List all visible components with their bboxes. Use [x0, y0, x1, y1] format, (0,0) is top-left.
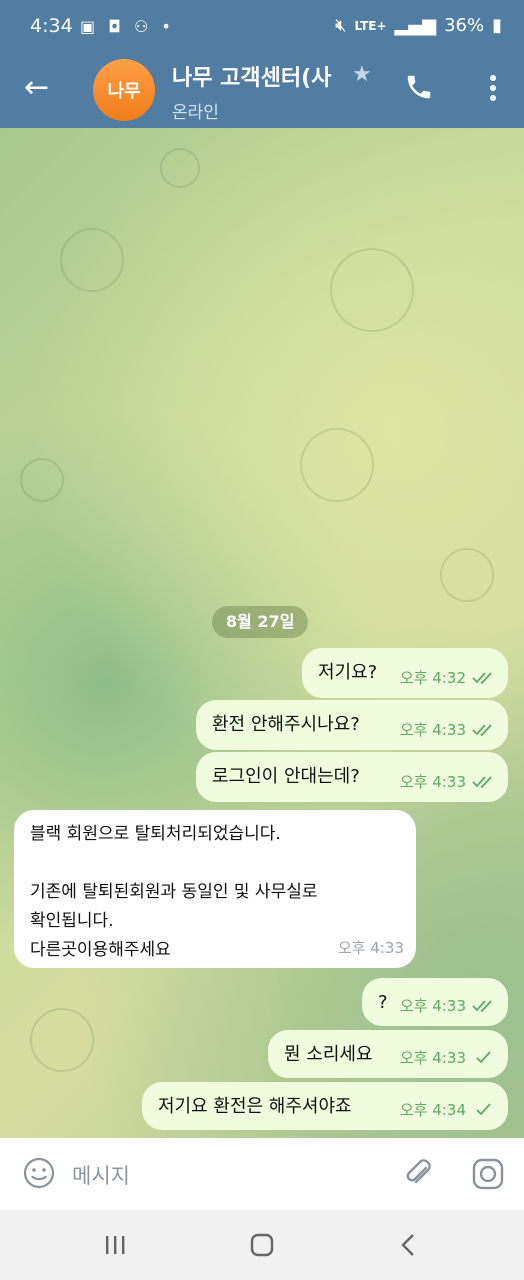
- message-time: 오후 4:32: [399, 669, 466, 687]
- chat-title: 나무 고객센터(사: [172, 66, 332, 91]
- message-time: 오후 4:33: [399, 773, 466, 791]
- message-time: 오후 4:33: [399, 721, 466, 739]
- wallpaper-doodle: [440, 548, 494, 602]
- message-input-bar: 메시지: [0, 1138, 524, 1210]
- avatar[interactable]: 나무: [93, 59, 155, 121]
- check-icon: [476, 1102, 491, 1115]
- chat-header: ← 나무 나무 고객센터(사 ★ 온라인: [0, 56, 524, 128]
- attach-icon[interactable]: [402, 1156, 436, 1190]
- chat-status: 온라인: [172, 103, 219, 123]
- wallpaper-doodle: [30, 1008, 94, 1072]
- emoji-icon[interactable]: [22, 1156, 56, 1190]
- chat-area[interactable]: 8월 27일 저기요? 오후 4:32 환전 안해주시나요? 오후 4:33 로…: [0, 128, 524, 1138]
- network-label: LTE+: [354, 18, 387, 33]
- message-text: ?: [378, 992, 388, 1013]
- signal-icon: ▂▄▆: [394, 15, 437, 36]
- message-time: 오후 4:33: [399, 997, 466, 1015]
- camera-icon[interactable]: [470, 1156, 506, 1192]
- back-arrow-icon[interactable]: ←: [24, 70, 49, 106]
- outgoing-message[interactable]: 저기요 환전은 해주셔야죠 오후 4:34: [142, 1082, 508, 1130]
- status-bar: 4:34 ▣ ◘ ⚇ • 🔇︎ LTE+ ▂▄▆ 36% ▮: [0, 0, 524, 56]
- message-meta: 오후 4:33: [400, 719, 496, 740]
- wallpaper-doodle: [20, 458, 64, 502]
- recent-apps-icon[interactable]: [103, 1234, 127, 1256]
- check-icon: [476, 1050, 491, 1063]
- message-meta: 오후 4:33: [400, 995, 496, 1016]
- double-check-icon: [472, 775, 492, 788]
- status-right: 🔇︎ LTE+ ▂▄▆ 36% ▮: [335, 15, 502, 36]
- message-text: 로그인이 안대는데?: [212, 766, 360, 787]
- mute-icon: 🔇︎: [335, 15, 347, 36]
- wallpaper-doodle: [330, 248, 414, 332]
- wallpaper-doodle: [60, 228, 124, 292]
- date-separator: 8월 27일: [212, 606, 309, 638]
- message-time: 오후 4:34: [399, 1101, 466, 1119]
- message-meta: 오후 4:33: [338, 937, 404, 958]
- star-icon: ★: [352, 62, 372, 87]
- wallpaper-doodle: [300, 428, 374, 502]
- double-check-icon: [472, 723, 492, 736]
- outgoing-message[interactable]: 뭔 소리세요 오후 4:33: [268, 1030, 508, 1078]
- message-meta: 오후 4:32: [400, 667, 496, 688]
- incoming-message[interactable]: 블랙 회원으로 탈퇴처리되었습니다. 기존에 탈퇴된회원과 동일인 및 사무실로…: [14, 810, 416, 968]
- message-text: 저기요?: [318, 662, 378, 683]
- message-text: 블랙 회원으로 탈퇴처리되었습니다. 기존에 탈퇴된회원과 동일인 및 사무실로…: [30, 824, 318, 960]
- message-time: 오후 4:33: [337, 939, 404, 957]
- outgoing-message[interactable]: 환전 안해주시나요? 오후 4:33: [196, 700, 508, 750]
- avatar-text: 나무: [107, 81, 141, 102]
- notification-icons: ▣ ◘ ⚇ •: [80, 17, 175, 36]
- outgoing-message[interactable]: 로그인이 안대는데? 오후 4:33: [196, 752, 508, 802]
- wallpaper-doodle: [160, 148, 200, 188]
- home-icon[interactable]: [250, 1233, 274, 1257]
- battery-percent: 36%: [444, 15, 485, 36]
- message-meta: 오후 4:33: [400, 1047, 496, 1068]
- status-time: 4:34: [30, 15, 73, 37]
- outgoing-message[interactable]: 저기요? 오후 4:32: [302, 648, 508, 698]
- chat-title-box[interactable]: 나무 고객센터(사 ★ 온라인: [172, 60, 372, 123]
- system-nav-bar: [0, 1210, 524, 1280]
- message-text: 뭔 소리세요: [284, 1044, 373, 1065]
- message-time: 오후 4:33: [399, 1049, 466, 1067]
- outgoing-message[interactable]: ? 오후 4:33: [362, 978, 508, 1026]
- message-meta: 오후 4:33: [400, 771, 496, 792]
- message-meta: 오후 4:34: [400, 1099, 496, 1120]
- message-text: 환전 안해주시나요?: [212, 714, 360, 735]
- message-text: 저기요 환전은 해주셔야죠: [158, 1096, 352, 1117]
- message-input[interactable]: 메시지: [72, 1160, 130, 1190]
- more-options-icon[interactable]: [488, 70, 498, 106]
- phone-icon[interactable]: [404, 72, 434, 102]
- nav-back-icon[interactable]: [398, 1232, 418, 1258]
- double-check-icon: [472, 671, 492, 684]
- double-check-icon: [472, 999, 492, 1012]
- battery-icon: ▮: [492, 15, 502, 36]
